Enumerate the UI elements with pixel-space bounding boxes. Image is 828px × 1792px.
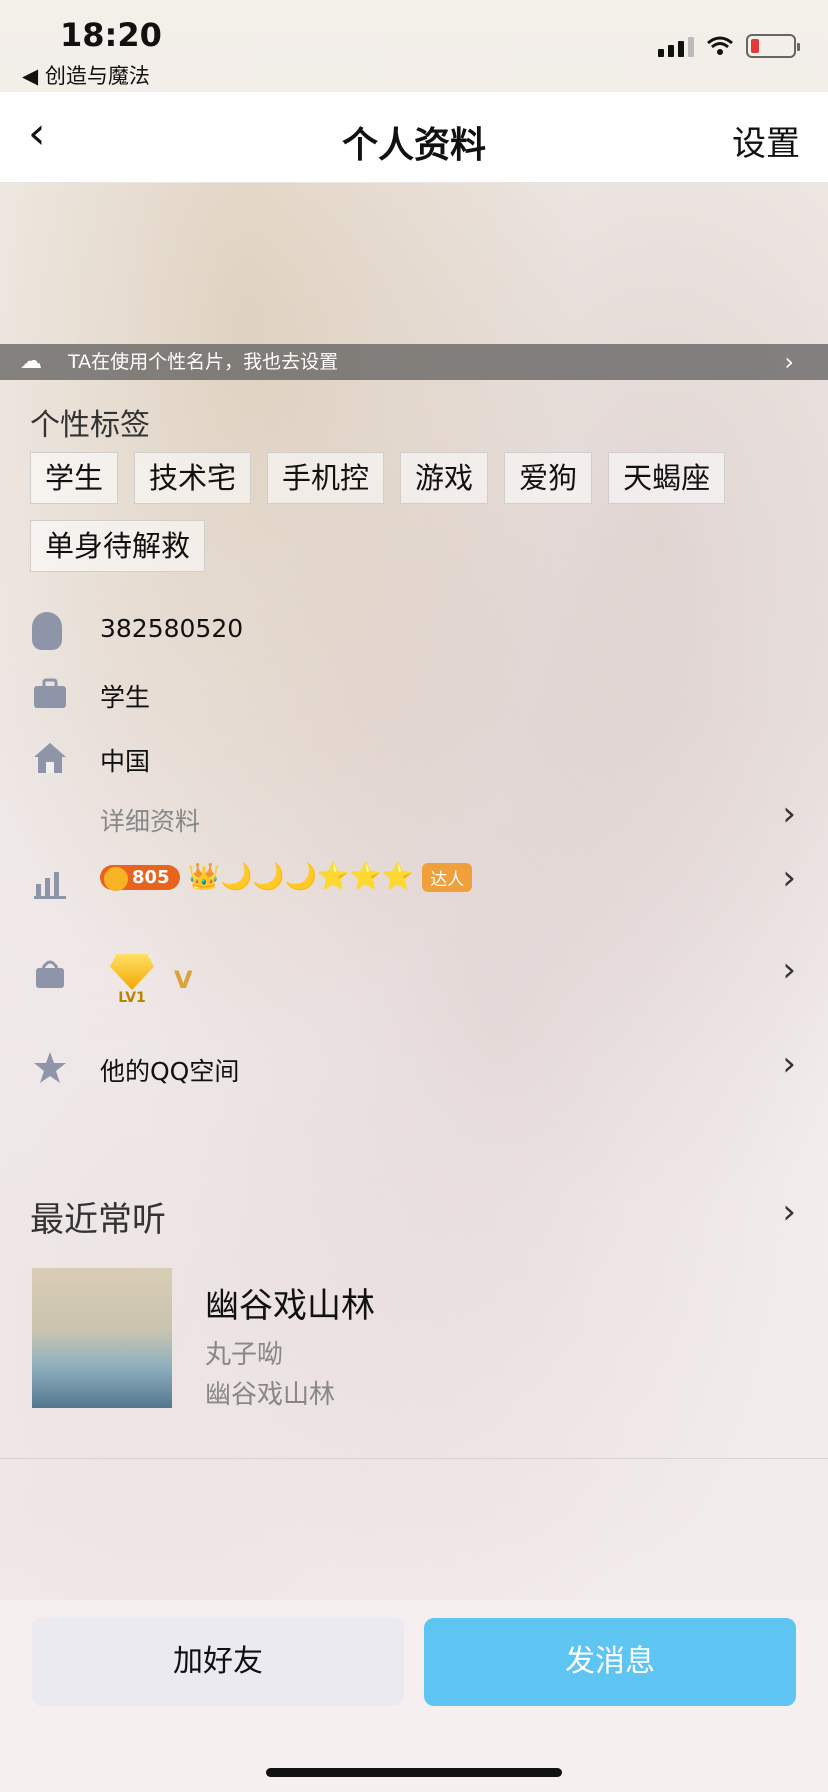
chart-icon — [34, 872, 66, 899]
daren-badge: 达人 — [422, 862, 473, 892]
divider — [0, 1458, 828, 1459]
briefcase-icon — [34, 678, 66, 708]
tag-list: 学生 技术宅 手机控 游戏 爱狗 天蝎座 单身待解救 — [30, 452, 790, 572]
level-badge: 805 — [100, 864, 180, 891]
album-cover[interactable] — [32, 1268, 172, 1408]
home-indicator[interactable] — [266, 1768, 562, 1777]
status-bar: 18:20 ◀ 创造与魔法 — [0, 0, 828, 92]
qzone-link[interactable]: 他的QQ空间 — [100, 1052, 239, 1088]
status-time: 18:20 — [60, 16, 162, 54]
vip-v-icon: V — [174, 966, 193, 994]
back-to-app-link[interactable]: ◀ 创造与魔法 — [22, 60, 150, 90]
detail-row[interactable]: 详细资料 › — [0, 790, 828, 850]
detail-link[interactable]: 详细资料 — [100, 802, 200, 838]
settings-button[interactable]: 设置 — [732, 116, 800, 165]
wifi-icon — [707, 36, 733, 55]
status-icons — [658, 34, 800, 58]
song-artist: 丸子呦 — [205, 1340, 284, 1370]
qq-number: 382580520 — [100, 614, 244, 643]
profile-card-banner[interactable]: ☁ TA在使用个性名片，我也去设置 › — [0, 344, 828, 380]
home-icon — [34, 743, 66, 773]
penguin-icon — [32, 612, 68, 650]
level-icons: 👑🌙🌙🌙⭐⭐⭐ — [187, 862, 415, 892]
bottom-action-bar: 加好友 发消息 — [0, 1600, 828, 1792]
tag[interactable]: 游戏 — [400, 452, 489, 504]
tag[interactable]: 爱狗 — [504, 452, 593, 504]
level-badges: 805 👑🌙🌙🌙⭐⭐⭐ 达人 — [100, 862, 473, 892]
tags-title: 个性标签 — [30, 408, 150, 443]
song-album: 幽谷戏山林 — [205, 1380, 336, 1410]
chevron-right-icon: › — [784, 348, 794, 376]
tag[interactable]: 单身待解救 — [30, 520, 206, 572]
add-friend-button[interactable]: 加好友 — [32, 1618, 404, 1706]
battery-icon — [746, 34, 800, 58]
occupation-row: 学生 — [0, 666, 828, 726]
chevron-right-icon: › — [782, 950, 796, 990]
vip-row[interactable]: LV1 V › — [0, 946, 828, 1016]
vip-badges: LV1 V — [110, 954, 193, 1006]
diamond-icon: LV1 — [110, 954, 154, 1006]
location-row: 中国 — [0, 730, 828, 790]
chevron-right-icon: › — [782, 1044, 796, 1084]
tag[interactable]: 学生 — [30, 452, 119, 504]
qzone-row[interactable]: 他的QQ空间 › — [0, 1040, 828, 1100]
page-title: 个人资料 — [341, 125, 486, 166]
vip-level: LV1 — [118, 990, 146, 1006]
nav-bar: ‹ 个人资料 设置 — [0, 92, 828, 183]
song-title[interactable]: 幽谷戏山林 — [205, 1278, 375, 1327]
bag-icon — [36, 960, 64, 988]
tag[interactable]: 技术宅 — [134, 452, 252, 504]
level-row[interactable]: 805 👑🌙🌙🌙⭐⭐⭐ 达人 › — [0, 854, 828, 924]
occupation: 学生 — [100, 683, 151, 712]
tag[interactable]: 手机控 — [267, 452, 385, 504]
chevron-right-icon: › — [782, 858, 796, 898]
qq-number-row: 382580520 — [0, 602, 828, 662]
banner-text: TA在使用个性名片，我也去设置 — [68, 351, 339, 373]
chevron-right-icon[interactable]: › — [782, 1192, 796, 1232]
qzone-star-icon — [34, 1052, 66, 1083]
gem-shape — [110, 954, 154, 990]
send-message-button[interactable]: 发消息 — [424, 1618, 796, 1706]
chevron-right-icon: › — [782, 794, 796, 834]
tag[interactable]: 天蝎座 — [608, 452, 726, 504]
card-icon: ☁ — [20, 349, 42, 374]
signal-icon — [658, 35, 694, 57]
location: 中国 — [100, 747, 151, 776]
recent-title: 最近常听 — [30, 1200, 166, 1240]
